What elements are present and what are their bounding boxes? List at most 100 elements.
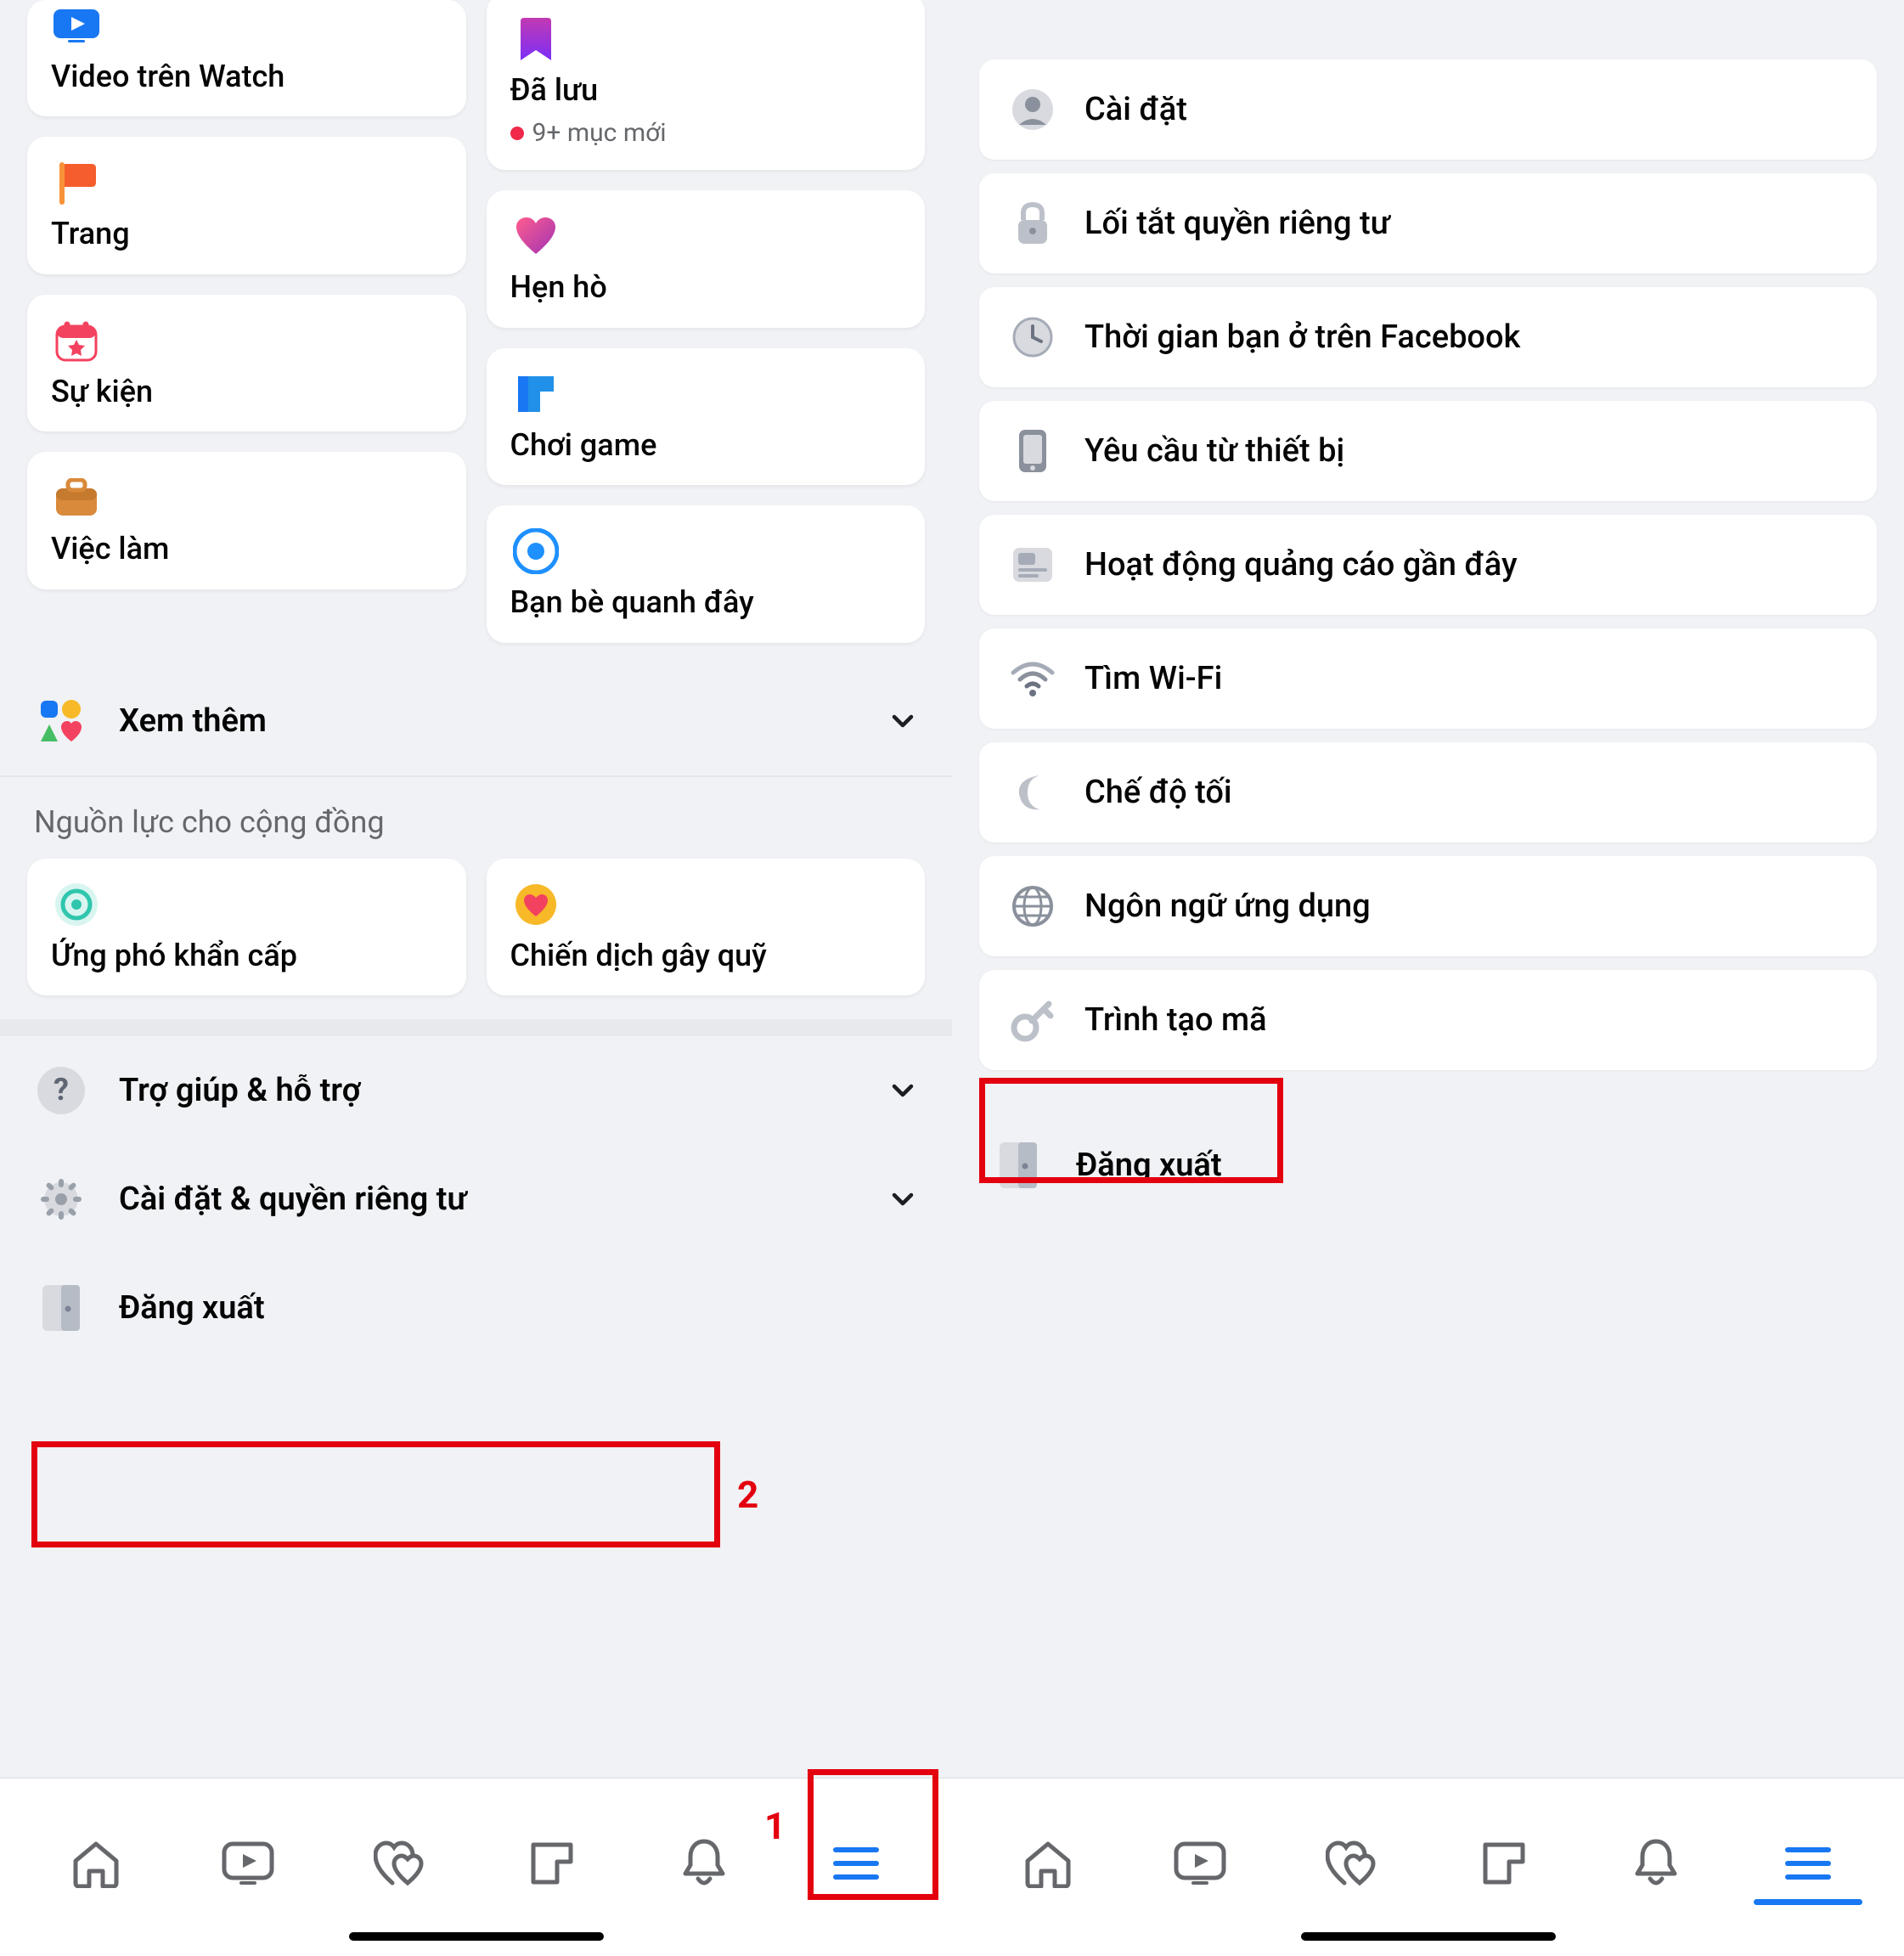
see-more-label: Xem thêm — [119, 702, 857, 740]
heart-coin-icon — [510, 879, 561, 930]
help-label: Trợ giúp & hỗ trợ — [119, 1072, 857, 1109]
card-label: Bạn bè quanh đây — [510, 585, 754, 620]
bottom-nav — [0, 1778, 952, 1956]
nav-notifications[interactable] — [1605, 1825, 1707, 1902]
chevron-down-icon — [887, 1184, 918, 1215]
nav-watch[interactable] — [1149, 1825, 1251, 1902]
card-label: Video trên Watch — [51, 59, 284, 94]
bookmark-icon — [510, 14, 561, 65]
row-dark-mode[interactable]: Chế độ tối — [979, 742, 1877, 843]
card-label: Hẹn hò — [510, 270, 607, 305]
nav-gaming[interactable] — [501, 1825, 603, 1902]
row-label: Tìm Wi-Fi — [1084, 660, 1222, 697]
new-dot-icon — [510, 127, 524, 140]
row-recent-ads[interactable]: Hoạt động quảng cáo gần đây — [979, 515, 1877, 615]
nav-notifications[interactable] — [653, 1825, 755, 1902]
card-label: Trang — [51, 217, 130, 251]
heart-icon — [510, 211, 561, 262]
row-label: Hoạt động quảng cáo gần đây — [1084, 546, 1518, 583]
bottom-nav — [952, 1778, 1904, 1956]
logout-row[interactable]: Đăng xuất — [0, 1254, 952, 1362]
svg-text:?: ? — [54, 1072, 69, 1108]
screen-right-settings: Cài đặt Lối tắt quyền riêng tư Thời gian… — [952, 0, 1904, 1956]
row-code-generator[interactable]: Trình tạo mã — [979, 970, 1877, 1070]
row-time-on-facebook[interactable]: Thời gian bạn ở trên Facebook — [979, 287, 1877, 387]
person-gear-icon — [1008, 85, 1057, 134]
thick-divider — [0, 1019, 952, 1036]
card-fundraiser[interactable]: Chiến dịch gây quỹ — [487, 859, 926, 995]
wifi-icon — [1008, 654, 1057, 703]
home-indicator — [1301, 1932, 1556, 1941]
apps-icon — [34, 694, 88, 748]
crisis-icon — [51, 879, 102, 930]
row-label: Thời gian bạn ở trên Facebook — [1084, 318, 1520, 356]
tv-icon — [51, 0, 102, 51]
row-privacy-shortcuts[interactable]: Lối tắt quyền riêng tư — [979, 173, 1877, 273]
content-area: Video trên Watch Trang Sự kiện — [0, 0, 952, 1778]
card-gaming[interactable]: Chơi game — [487, 348, 926, 485]
card-label: Đã lưu — [510, 73, 599, 108]
logout-label: Đăng xuất — [119, 1289, 918, 1327]
door-icon — [34, 1281, 88, 1335]
card-label: Sự kiện — [51, 375, 153, 409]
nav-gaming[interactable] — [1453, 1825, 1555, 1902]
row-device-requests[interactable]: Yêu cầu từ thiết bị — [979, 401, 1877, 501]
nav-dating[interactable] — [349, 1825, 451, 1902]
moon-icon — [1008, 768, 1057, 817]
card-label: Chơi game — [510, 428, 657, 463]
nav-menu-active[interactable] — [1757, 1825, 1859, 1902]
card-label: Chiến dịch gây quỹ — [510, 939, 767, 973]
chevron-down-icon — [887, 1075, 918, 1106]
shortcut-grid: Video trên Watch Trang Sự kiện — [0, 0, 952, 667]
nav-icons — [952, 1778, 1904, 1932]
card-label: Việc làm — [51, 532, 169, 567]
card-video-watch[interactable]: Video trên Watch — [27, 0, 466, 116]
logout-label: Đăng xuất — [1076, 1147, 1865, 1184]
row-find-wifi[interactable]: Tìm Wi-Fi — [979, 629, 1877, 729]
help-support-row[interactable]: ? Trợ giúp & hỗ trợ — [0, 1036, 952, 1145]
spacer — [952, 1084, 1904, 1111]
screen-left-menu: Video trên Watch Trang Sự kiện — [0, 0, 952, 1956]
globe-icon — [1008, 882, 1057, 931]
nav-watch[interactable] — [197, 1825, 299, 1902]
nav-dating[interactable] — [1301, 1825, 1403, 1902]
lock-icon — [1008, 199, 1057, 248]
card-dating[interactable]: Hẹn hò — [487, 190, 926, 327]
card-sub-text: 9+ mục mới — [532, 118, 667, 148]
nav-home[interactable] — [45, 1825, 147, 1902]
card-jobs[interactable]: Việc làm — [27, 452, 466, 589]
row-label: Trình tạo mã — [1084, 1001, 1267, 1039]
clock-icon — [1008, 313, 1057, 362]
briefcase-icon — [51, 472, 102, 523]
ads-icon — [1008, 540, 1057, 589]
grid-col-1: Video trên Watch Trang Sự kiện — [27, 0, 466, 643]
phone-icon — [1008, 426, 1057, 476]
door-icon — [991, 1138, 1045, 1192]
row-label: Cài đặt — [1084, 91, 1187, 128]
home-indicator — [349, 1932, 604, 1941]
row-label: Ngôn ngữ ứng dụng — [1084, 888, 1371, 925]
nearby-icon — [510, 526, 561, 577]
row-settings[interactable]: Cài đặt — [979, 59, 1877, 160]
card-events[interactable]: Sự kiện — [27, 295, 466, 431]
key-icon — [1008, 995, 1057, 1045]
card-nearby-friends[interactable]: Bạn bè quanh đây — [487, 505, 926, 642]
settings-privacy-row[interactable]: Cài đặt & quyền riêng tư — [0, 1145, 952, 1254]
card-label: Ứng phó khẩn cấp — [51, 939, 297, 973]
card-saved[interactable]: Đã lưu 9+ mục mới — [487, 0, 926, 170]
help-icon: ? — [34, 1063, 88, 1118]
grid-col-2: Đã lưu 9+ mục mới Hẹn hò Ch — [487, 0, 926, 643]
community-grid: Ứng phó khẩn cấp Chiến dịch gây quỹ — [0, 859, 952, 1019]
calendar-icon — [51, 315, 102, 366]
nav-home[interactable] — [997, 1825, 1099, 1902]
card-pages[interactable]: Trang — [27, 137, 466, 273]
gaming-icon — [510, 369, 561, 420]
flag-icon — [51, 157, 102, 208]
see-more-row[interactable]: Xem thêm — [0, 667, 952, 775]
card-crisis[interactable]: Ứng phó khẩn cấp — [27, 859, 466, 995]
logout-row[interactable]: Đăng xuất — [952, 1111, 1904, 1220]
community-header: Nguồn lực cho cộng đồng — [0, 777, 952, 859]
nav-menu[interactable] — [805, 1825, 907, 1902]
row-app-language[interactable]: Ngôn ngữ ứng dụng — [979, 856, 1877, 956]
nav-icons — [0, 1778, 952, 1932]
